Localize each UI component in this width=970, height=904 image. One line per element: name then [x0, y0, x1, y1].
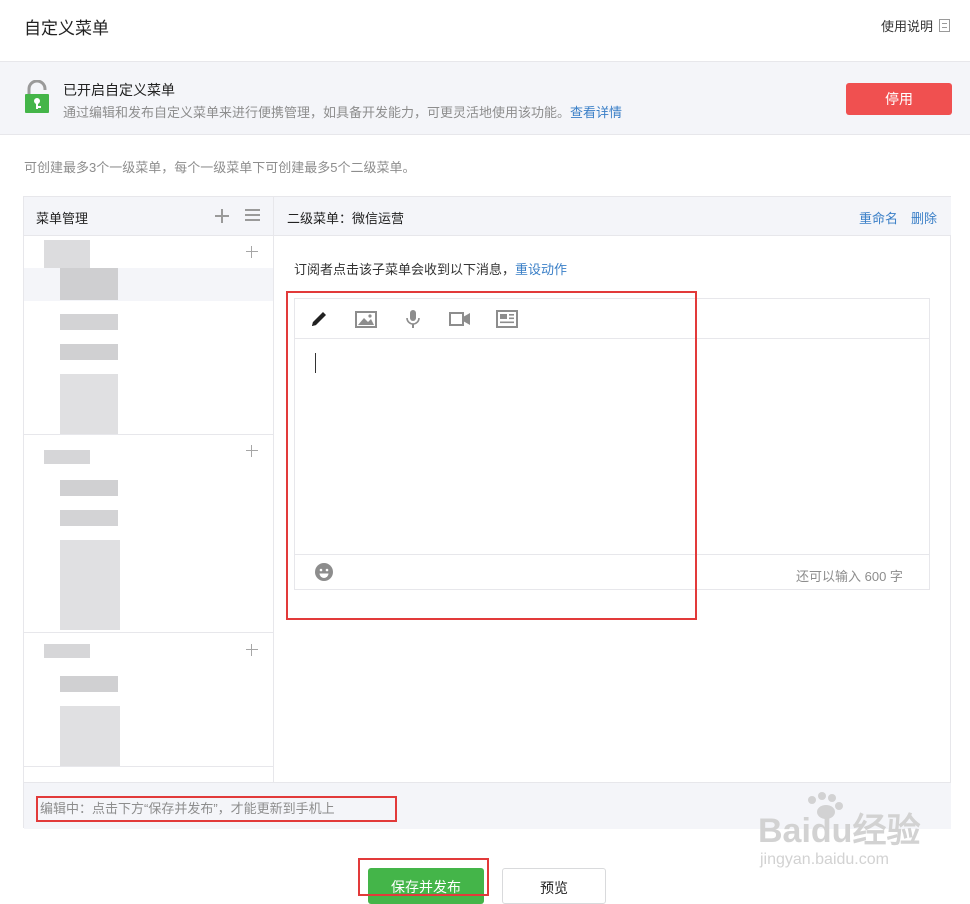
watermark-brand: Baidu经验 — [758, 811, 920, 850]
reset-action-link[interactable]: 重设动作 — [515, 262, 567, 277]
submenu-item-blurred[interactable] — [60, 480, 118, 496]
notice-title: 已开启自定义菜单 — [63, 82, 175, 98]
submenu-item-blurred[interactable] — [60, 344, 118, 360]
menu-hint: 可创建最多3个一级菜单，每个一级菜单下可创建最多5个二级菜单。 — [24, 160, 416, 175]
details-link[interactable]: 查看详情 — [570, 105, 622, 120]
add-submenu-icon[interactable] — [246, 246, 258, 258]
submenu-item-blurred[interactable] — [60, 706, 120, 766]
submenu-item-blurred[interactable] — [60, 510, 118, 526]
menu-group-divider — [24, 766, 273, 767]
submenu-item-blurred[interactable] — [60, 314, 118, 330]
message-instruction: 订阅者点击该子菜单会收到以下消息，重设动作 — [294, 259, 567, 278]
menu-group-divider — [24, 434, 273, 435]
add-submenu-icon[interactable] — [246, 644, 258, 656]
annotation-box — [358, 858, 489, 896]
disable-button[interactable]: 停用 — [846, 83, 952, 115]
help-link[interactable]: 使用说明 — [881, 16, 950, 35]
sidebar-title: 菜单管理 — [36, 211, 89, 226]
help-label: 使用说明 — [880, 19, 933, 34]
menu-lines-icon[interactable] — [245, 209, 260, 222]
page-title: 自定义菜单 — [24, 19, 109, 38]
submenu-title: 二级菜单：微信运营 — [287, 211, 405, 226]
menu-item-blurred[interactable] — [44, 240, 90, 268]
menu-item-blurred[interactable] — [44, 644, 90, 658]
annotation-box — [36, 796, 397, 822]
submenu-item-blurred[interactable] — [60, 374, 118, 434]
annotation-box — [286, 291, 697, 620]
delete-link[interactable]: 删除 — [911, 208, 937, 227]
menu-item-blurred[interactable] — [44, 450, 90, 464]
char-counter: 还可以输入 600 字 — [796, 569, 903, 584]
lock-icon — [25, 80, 49, 113]
top-bar — [0, 0, 970, 62]
submenu-item-blurred[interactable] — [60, 268, 118, 300]
rename-link[interactable]: 重命名 — [859, 208, 898, 227]
submenu-item-blurred[interactable] — [60, 676, 118, 692]
submenu-item-blurred[interactable] — [60, 540, 120, 630]
watermark-url: jingyan.baidu.com — [759, 851, 889, 868]
notice-description-text: 通过编辑和发布自定义菜单来进行便携管理，如具备开发能力，可更灵活地使用该功能。 — [63, 105, 571, 120]
baidu-watermark: Baidu经验 jingyan.baidu.com — [758, 792, 920, 868]
notice-description: 通过编辑和发布自定义菜单来进行便携管理，如具备开发能力，可更灵活地使用该功能。查… — [63, 102, 622, 121]
add-submenu-icon[interactable] — [246, 445, 258, 457]
preview-button[interactable]: 预览 — [502, 868, 606, 904]
menu-group-divider — [24, 632, 273, 633]
add-menu-icon[interactable] — [215, 209, 229, 223]
message-instruction-text: 订阅者点击该子菜单会收到以下消息， — [294, 262, 516, 277]
doc-icon — [939, 19, 950, 32]
